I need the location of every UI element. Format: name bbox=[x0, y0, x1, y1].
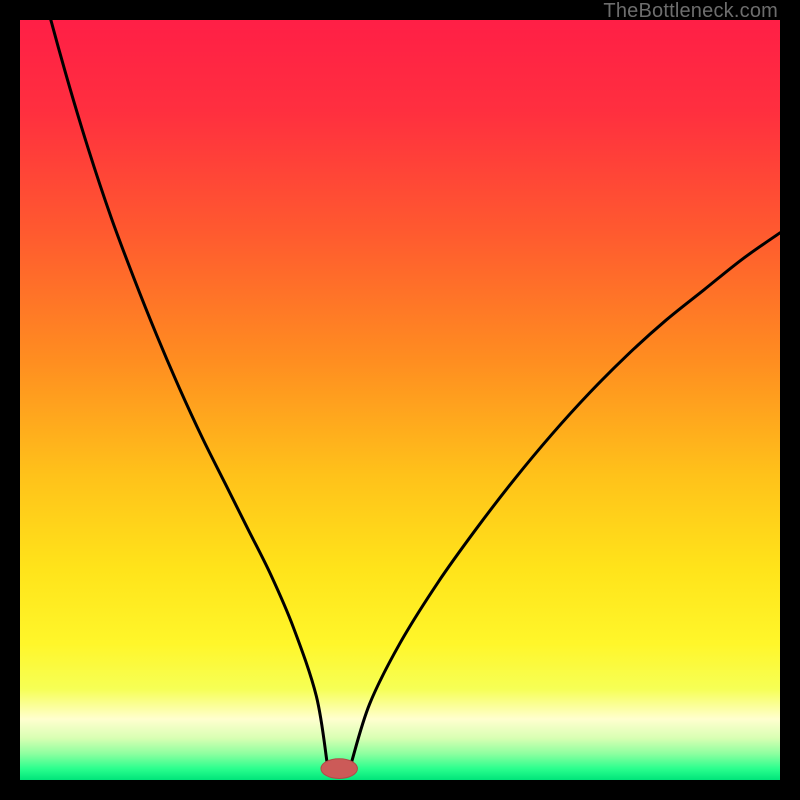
watermark-text: TheBottleneck.com bbox=[603, 0, 778, 23]
optimal-point-marker bbox=[321, 759, 357, 779]
gradient-background bbox=[20, 20, 780, 780]
plot-area bbox=[20, 20, 780, 780]
bottleneck-chart bbox=[20, 20, 780, 780]
chart-frame: TheBottleneck.com bbox=[0, 0, 800, 800]
